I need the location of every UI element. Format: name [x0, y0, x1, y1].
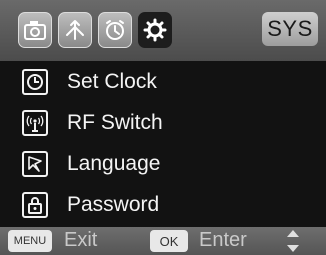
menu-item-set-clock[interactable]: Set Clock	[0, 61, 326, 102]
camera-icon	[24, 21, 46, 40]
tab-settings[interactable]	[138, 12, 172, 48]
menu-item-password[interactable]: Password	[0, 184, 326, 225]
language-icon	[22, 150, 48, 177]
menu-item-label: Language	[67, 151, 161, 175]
trail-icon	[66, 20, 84, 40]
ok-key[interactable]: OK	[150, 230, 188, 252]
menu-item-label: RF Switch	[67, 110, 163, 134]
sys-label: SYS	[262, 12, 318, 46]
lock-icon	[22, 191, 48, 218]
gear-icon	[143, 18, 167, 42]
up-down-arrows-icon	[287, 230, 299, 252]
camera-settings-screen: SYS Set Clock RF Switch Language Passwor…	[0, 0, 326, 255]
tab-timer[interactable]	[98, 12, 132, 48]
footer-bar: MENU Exit OK Enter	[0, 227, 326, 255]
menu-item-label: Set Clock	[67, 69, 157, 93]
settings-menu: Set Clock RF Switch Language Password	[0, 61, 326, 227]
rf-switch-icon	[22, 109, 48, 136]
tab-trail[interactable]	[58, 12, 92, 48]
menu-key[interactable]: MENU	[8, 230, 52, 252]
tab-camera[interactable]	[18, 12, 52, 48]
enter-label: Enter	[199, 229, 247, 251]
exit-label: Exit	[64, 229, 98, 251]
timer-icon	[106, 20, 124, 40]
menu-item-language[interactable]: Language	[0, 143, 326, 184]
clock-icon	[22, 68, 48, 95]
menu-item-rf-switch[interactable]: RF Switch	[0, 102, 326, 143]
menu-item-label: Password	[67, 192, 160, 216]
mode-tab-bar: SYS	[0, 0, 326, 61]
